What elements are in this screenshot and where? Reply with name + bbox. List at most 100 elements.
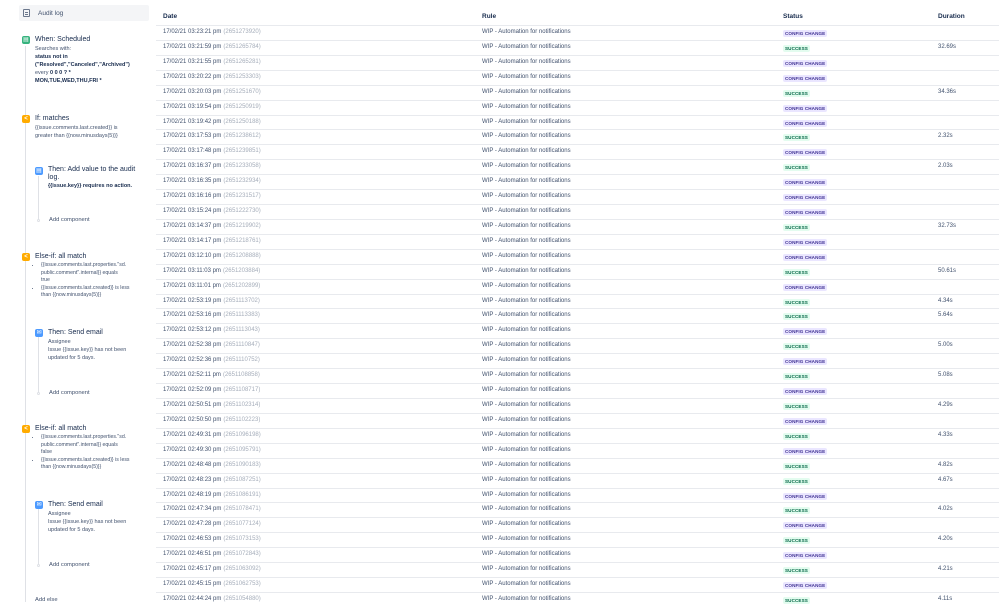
table-row[interactable]: 17/02/21 03:19:54 pm (2651250919) WIP - Au… (156, 99, 999, 115)
row-rule: WIP - Automation for notifications (482, 595, 571, 602)
row-id: (2651108717) (223, 387, 261, 394)
row-date: 17/02/21 03:16:16 pm (2651231517) (163, 193, 261, 200)
table-row[interactable]: 17/02/21 02:47:28 pm (2651077124) WIP - Au… (156, 517, 999, 532)
row-rule: WIP - Automation for notifications (482, 372, 571, 379)
add-else-link[interactable]: Add else (35, 597, 58, 603)
row-date: 17/02/21 02:48:19 pm (2651086191) (163, 491, 261, 498)
table-row[interactable]: 17/02/21 03:20:03 pm (2651251670) WIP - Au… (156, 84, 999, 100)
table-row[interactable]: 17/02/21 03:16:35 pm (2651232934) WIP - Au… (156, 174, 999, 189)
table-row[interactable]: 17/02/21 02:52:36 pm (2651110752) WIP - Au… (156, 353, 999, 368)
email-recipient: Assignee (48, 339, 71, 345)
duration-column-header[interactable]: Duration (938, 13, 965, 20)
else-if-condition: {{issue.comments.last.properties."sd.pub… (41, 434, 150, 457)
table-row[interactable]: 17/02/21 02:52:09 pm (2651108717) WIP - Au… (156, 383, 999, 398)
row-duration: 4.29s (938, 402, 953, 408)
send-email-action[interactable]: ✉ Then: Send email Assignee Issue {{issu… (0, 498, 150, 538)
row-duration: 2.32s (938, 133, 953, 140)
table-row[interactable]: 17/02/21 03:23:21 pm (2651273920) WIP - Au… (156, 25, 999, 40)
if-condition-component[interactable]: < If: matches {{issue.comments.last.crea… (0, 112, 150, 144)
row-rule: WIP - Automation for notifications (482, 73, 571, 80)
row-date: 17/02/21 03:19:54 pm (2651250919) (163, 103, 261, 110)
row-date: 17/02/21 03:17:48 pm (2651239851) (163, 148, 261, 155)
row-date: 17/02/21 02:49:31 pm (2651096198) (163, 431, 261, 438)
table-row[interactable]: 17/02/21 02:48:23 pm (2651087251) WIP - Au… (156, 472, 999, 488)
table-row[interactable]: 17/02/21 02:45:17 pm (2651063092) WIP - Au… (156, 562, 999, 577)
table-row[interactable]: 17/02/21 03:11:03 pm (2651203884) WIP - Au… (156, 263, 999, 279)
status-badge: SUCCESS (783, 89, 810, 97)
row-id: (2651062753) (223, 581, 261, 588)
status-badge: SUCCESS (783, 268, 810, 276)
audit-log-action[interactable]: ▤ Then: Add value to the audit log. {{is… (0, 164, 150, 196)
table-row[interactable]: 17/02/21 02:45:15 pm (2651062753) WIP - Au… (156, 577, 999, 592)
row-duration: 4.67s (938, 476, 953, 483)
connector-dot (37, 219, 40, 222)
table-row[interactable]: 17/02/21 03:19:42 pm (2651250188) WIP - Au… (156, 114, 999, 130)
table-row[interactable]: 17/02/21 03:14:17 pm (2651218761) WIP - Au… (156, 233, 999, 249)
table-row[interactable]: 17/02/21 02:46:51 pm (2651072843) WIP - Au… (156, 547, 999, 562)
table-row[interactable]: 17/02/21 02:46:53 pm (2651073153) WIP - Au… (156, 532, 999, 547)
table-row[interactable]: 17/02/21 02:44:24 pm (2651054880) WIP - Au… (156, 591, 999, 607)
table-row[interactable]: 17/02/21 03:11:01 pm (2651202899) WIP - Au… (156, 278, 999, 294)
status-badge: CONFIG CHANGE (783, 149, 828, 157)
send-email-title: Then: Send email (48, 501, 103, 508)
table-row[interactable]: 17/02/21 03:15:24 pm (2651222730) WIP - Au… (156, 204, 999, 219)
add-component-link[interactable]: Add component (49, 390, 90, 396)
row-id: (2651063092) (223, 566, 261, 573)
table-row[interactable]: 17/02/21 03:14:37 pm (2651219902) WIP - Au… (156, 218, 999, 234)
row-id: (2651203884) (222, 267, 261, 274)
audit-log-item[interactable]: Audit log (19, 5, 149, 21)
if-condition-line: greater than {{now.minusdays(5)}} (35, 133, 118, 139)
row-duration: 4.02s (938, 506, 953, 513)
table-row[interactable]: 17/02/21 02:48:48 pm (2651090183) WIP - Au… (156, 457, 999, 473)
table-row[interactable]: 17/02/21 03:16:37 pm (2651233058) WIP - Au… (156, 159, 999, 174)
document-icon (23, 9, 30, 17)
row-rule: WIP - Automation for notifications (482, 118, 571, 125)
status-column-header[interactable]: Status (783, 13, 803, 20)
row-date: 17/02/21 02:45:15 pm (2651062753) (163, 581, 261, 588)
trigger-component[interactable]: ▤ When: Scheduled Searches with: status … (0, 32, 150, 90)
add-component-link[interactable]: Add component (49, 217, 90, 223)
else-if-component[interactable]: < Else-if: all match {{issue.comments.la… (0, 422, 150, 470)
status-badge: SUCCESS (783, 567, 810, 575)
branch-icon: < (22, 253, 30, 261)
table-row[interactable]: 17/02/21 02:49:30 pm (2651095791) WIP - Au… (156, 442, 999, 458)
rule-column-header[interactable]: Rule (482, 13, 496, 20)
row-rule: WIP - Automation for notifications (482, 327, 571, 334)
row-id: (2651090183) (223, 461, 261, 468)
date-column-header[interactable]: Date (163, 13, 177, 20)
table-row[interactable]: 17/02/21 02:53:12 pm (2651113043) WIP - Au… (156, 323, 999, 338)
else-if-component[interactable]: < Else-if: all match {{issue.comments.la… (0, 250, 150, 298)
table-row[interactable]: 17/02/21 02:48:19 pm (2651086191) WIP - Au… (156, 487, 999, 503)
table-row[interactable]: 17/02/21 03:12:10 pm (2651208888) WIP - Au… (156, 248, 999, 264)
status-badge: CONFIG CHANGE (783, 417, 828, 425)
row-date: 17/02/21 03:14:37 pm (2651219902) (163, 222, 261, 229)
table-row[interactable]: 17/02/21 02:52:38 pm (2651110847) WIP - Au… (156, 338, 999, 353)
row-date: 17/02/21 02:50:51 pm (2651102314) (163, 402, 261, 408)
table-row[interactable]: 17/02/21 02:50:51 pm (2651102314) WIP - Au… (156, 398, 999, 413)
else-if-condition: {{issue.comments.last.created}} is lesst… (41, 285, 150, 300)
status-badge: CONFIG CHANGE (783, 582, 828, 590)
row-rule: WIP - Automation for notifications (482, 521, 571, 528)
add-component-link[interactable]: Add component (49, 562, 90, 568)
table-row[interactable]: 17/02/21 03:20:22 pm (2651253303) WIP - Au… (156, 69, 999, 85)
table-row[interactable]: 17/02/21 03:21:59 pm (2651265784) WIP - Au… (156, 39, 999, 55)
row-rule: WIP - Automation for notifications (482, 551, 571, 558)
table-row[interactable]: 17/02/21 02:47:34 pm (2651078471) WIP - Au… (156, 502, 999, 517)
row-date: 17/02/21 02:52:11 pm (2651108858) (163, 372, 260, 379)
table-row[interactable]: 17/02/21 03:17:53 pm (2651238612) WIP - Au… (156, 129, 999, 144)
table-row[interactable]: 17/02/21 02:50:50 pm (2651102223) WIP - Au… (156, 412, 999, 428)
table-row[interactable]: 17/02/21 02:53:19 pm (2651113702) WIP - Au… (156, 293, 999, 309)
status-badge: CONFIG CHANGE (783, 358, 828, 366)
status-badge: CONFIG CHANGE (783, 552, 828, 560)
table-row[interactable]: 17/02/21 03:21:55 pm (2651265281) WIP - Au… (156, 54, 999, 70)
row-rule: WIP - Automation for notifications (482, 536, 571, 543)
table-row[interactable]: 17/02/21 03:16:16 pm (2651231517) WIP - Au… (156, 189, 999, 204)
row-rule: WIP - Automation for notifications (482, 163, 571, 170)
send-email-action[interactable]: ✉ Then: Send email Assignee Issue {{issu… (0, 326, 150, 366)
table-row[interactable]: 17/02/21 02:52:11 pm (2651108858) WIP - Au… (156, 368, 999, 383)
else-if-conditions: {{issue.comments.last.properties."sd.pub… (35, 434, 150, 472)
table-row[interactable]: 17/02/21 03:17:48 pm (2651239851) WIP - Au… (156, 144, 999, 159)
table-row[interactable]: 17/02/21 02:49:31 pm (2651096198) WIP - Au… (156, 427, 999, 443)
table-row[interactable]: 17/02/21 02:53:16 pm (2651113383) WIP - Au… (156, 308, 999, 323)
status-badge: CONFIG CHANGE (783, 74, 828, 82)
